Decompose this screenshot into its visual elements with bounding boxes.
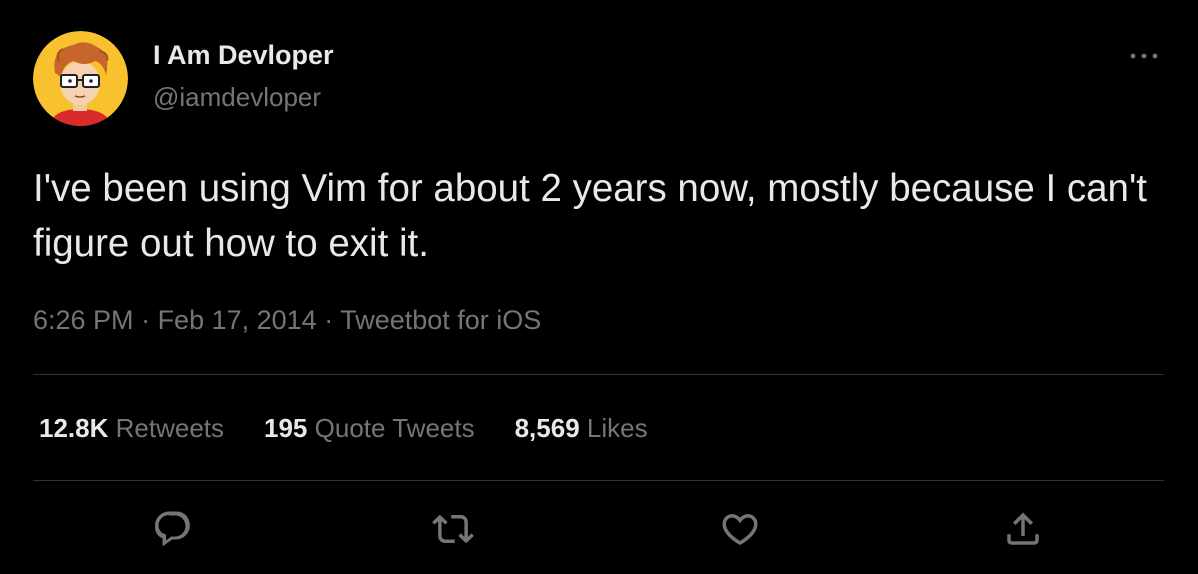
tweet-meta: 6:26 PM · Feb 17, 2014 · Tweetbot for iO… bbox=[33, 305, 541, 336]
reply-button[interactable] bbox=[149, 505, 197, 553]
more-options-button[interactable] bbox=[1124, 44, 1164, 68]
share-icon bbox=[1007, 512, 1039, 545]
tweet-card: I Am Devloper @iamdevloper I've been usi… bbox=[0, 0, 1198, 574]
divider bbox=[33, 480, 1164, 481]
meta-separator: · bbox=[133, 305, 158, 335]
share-button[interactable] bbox=[999, 505, 1047, 553]
more-icon bbox=[1130, 53, 1158, 59]
reply-icon bbox=[155, 511, 190, 547]
tweet-source[interactable]: Tweetbot for iOS bbox=[340, 305, 541, 335]
likes-label: Likes bbox=[586, 413, 648, 443]
like-button[interactable] bbox=[716, 505, 764, 553]
likes-stat[interactable]: 8,569 Likes bbox=[515, 413, 648, 444]
retweets-label: Retweets bbox=[115, 413, 225, 443]
cartoon-developer-avatar-icon bbox=[33, 31, 128, 126]
retweets-count: 12.8K bbox=[39, 413, 109, 443]
tweet-date[interactable]: Feb 17, 2014 bbox=[158, 305, 317, 335]
retweets-stat[interactable]: 12.8K Retweets bbox=[39, 413, 224, 444]
likes-count: 8,569 bbox=[514, 413, 580, 443]
retweet-button[interactable] bbox=[429, 505, 477, 553]
author-handle[interactable]: @iamdevloper bbox=[153, 82, 321, 113]
quote-tweets-label: Quote Tweets bbox=[314, 413, 475, 443]
tweet-time[interactable]: 6:26 PM bbox=[33, 305, 134, 335]
retweet-icon bbox=[432, 514, 474, 544]
quote-tweets-count: 195 bbox=[264, 413, 308, 443]
tweet-text: I've been using Vim for about 2 years no… bbox=[33, 167, 1147, 265]
author-avatar[interactable] bbox=[33, 31, 128, 126]
divider bbox=[33, 374, 1164, 375]
heart-icon bbox=[722, 514, 758, 546]
tweet-stats: 12.8K Retweets 195 Quote Tweets 8,569 Li… bbox=[39, 413, 648, 444]
meta-separator: · bbox=[316, 305, 341, 335]
quote-tweets-stat[interactable]: 195 Quote Tweets bbox=[264, 413, 475, 444]
author-display-name[interactable]: I Am Devloper bbox=[153, 40, 334, 71]
